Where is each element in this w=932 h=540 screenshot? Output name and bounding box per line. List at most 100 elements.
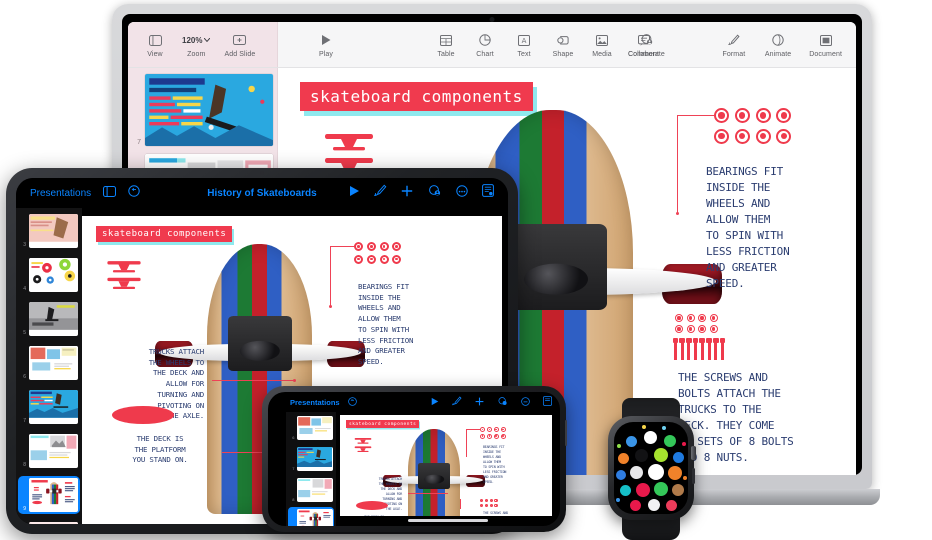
- collaborate-icon[interactable]: [427, 184, 442, 202]
- iphone-nav-thumbnail[interactable]: [296, 477, 333, 502]
- iphone-side-button[interactable]: [565, 420, 567, 446]
- weather-app-icon[interactable]: [626, 436, 637, 447]
- ipad-nav-row[interactable]: 4: [18, 256, 80, 294]
- ipad-nav-thumbnail[interactable]: [29, 214, 78, 248]
- dot-app-icon-3[interactable]: [617, 444, 621, 448]
- ipad-nav-thumbnail[interactable]: [29, 434, 78, 468]
- ipad-nav-thumbnail[interactable]: [29, 390, 78, 424]
- mail-app-icon[interactable]: [673, 452, 684, 463]
- calendar-app-icon[interactable]: [644, 431, 657, 444]
- ipad-document-title[interactable]: History of Skateboards: [207, 188, 316, 199]
- settings-app-icon[interactable]: [630, 466, 643, 479]
- tools-app-icon[interactable]: [648, 464, 664, 480]
- toolbar-insert-group: Table Chart A Text Shape Media Comment: [433, 32, 659, 58]
- dot-app-icon-2[interactable]: [662, 426, 666, 430]
- timer-app-icon[interactable]: [668, 466, 682, 480]
- media-button[interactable]: Media: [589, 32, 615, 58]
- ipad-slide-navigator[interactable]: 3 4 5 6 7 8 9: [16, 208, 82, 524]
- ipad-nav-row[interactable]: 10: [18, 520, 80, 524]
- dot-app-icon-6[interactable]: [616, 498, 620, 502]
- fitness-app-icon[interactable]: [636, 483, 650, 497]
- dot-app-icon[interactable]: [642, 425, 646, 429]
- more-icon[interactable]: [521, 393, 530, 411]
- iphone-nav-row-selected[interactable]: 9: [288, 507, 334, 526]
- iphone-nav-thumbnail[interactable]: [296, 446, 333, 471]
- ipad-nav-thumbnail[interactable]: [29, 302, 78, 336]
- ipad-nav-row[interactable]: 3: [18, 212, 80, 250]
- play-button[interactable]: Play: [313, 32, 339, 58]
- text-label: Text: [517, 50, 531, 58]
- more-icon[interactable]: [456, 184, 468, 202]
- add-slide-button[interactable]: Add Slide: [224, 32, 255, 58]
- iphone-nav-thumbnail-current[interactable]: [296, 508, 333, 526]
- undo-icon[interactable]: [128, 184, 140, 202]
- sidebar-icon[interactable]: [103, 184, 117, 202]
- nut-icon: [480, 503, 484, 507]
- trucks-glyph: [107, 261, 141, 290]
- undo-icon[interactable]: [347, 393, 357, 411]
- add-icon[interactable]: [475, 393, 484, 411]
- ipad-nav-slide-number: 9: [23, 506, 26, 512]
- iphone-slide-canvas[interactable]: skateboard components TRUCKS ATTACH THE …: [336, 412, 560, 526]
- maps-app-icon[interactable]: [618, 453, 629, 464]
- shape-button[interactable]: Shape: [550, 32, 576, 58]
- music-app-icon[interactable]: [666, 500, 677, 511]
- document-icon[interactable]: [482, 184, 494, 202]
- document-button[interactable]: Document: [809, 32, 842, 58]
- heart-app-icon[interactable]: [630, 500, 641, 511]
- ipad-leader-trucks: [212, 380, 294, 381]
- ipad-nav-row[interactable]: 5: [18, 300, 80, 338]
- phone-app-icon[interactable]: [664, 435, 676, 447]
- format-button[interactable]: Format: [721, 32, 747, 58]
- format-brush-icon[interactable]: [451, 393, 462, 411]
- collaborate-icon[interactable]: [497, 393, 508, 411]
- nut-icon: [494, 503, 498, 507]
- workout-app-icon[interactable]: [654, 448, 668, 462]
- iphone-nav-row[interactable]: 7: [288, 445, 334, 472]
- animate-button[interactable]: Animate: [765, 32, 791, 58]
- ipad-nav-row[interactable]: 8: [18, 432, 80, 470]
- iphone-nav-row[interactable]: 8: [288, 476, 334, 503]
- photos-app-icon[interactable]: [648, 499, 660, 511]
- watch-side-button[interactable]: [692, 468, 695, 484]
- contacts-app-icon[interactable]: [672, 484, 684, 496]
- ipad-nav-thumbnail[interactable]: [29, 346, 78, 380]
- view-button[interactable]: View: [142, 32, 168, 58]
- dot-app-icon-5[interactable]: [683, 476, 687, 480]
- ipad-nav-thumbnail[interactable]: [29, 258, 78, 292]
- add-icon[interactable]: [401, 184, 413, 202]
- mac-nav-row[interactable]: 7: [132, 74, 273, 146]
- iphone-slide-navigator[interactable]: 6 7 8: [286, 412, 336, 526]
- watch-app-grid[interactable]: [614, 422, 688, 514]
- iphone-nav-thumbnail[interactable]: [296, 415, 333, 440]
- messages-app-icon[interactable]: [654, 482, 668, 496]
- app-store-app-icon[interactable]: [616, 470, 626, 480]
- play-icon[interactable]: [431, 393, 439, 411]
- chart-button[interactable]: Chart: [472, 32, 498, 58]
- ipad-nav-thumbnail-current[interactable]: [29, 478, 78, 512]
- mac-nav-thumbnail[interactable]: [145, 74, 273, 146]
- bolt-icon: [706, 338, 712, 360]
- watch-digital-crown[interactable]: [691, 446, 696, 460]
- ipad-back-presentations[interactable]: Presentations: [30, 188, 91, 199]
- dot-app-icon-4[interactable]: [682, 442, 686, 446]
- iphone-home-indicator[interactable]: [408, 519, 488, 522]
- ipad-nav-row[interactable]: 7: [18, 388, 80, 426]
- ipad-nav-row[interactable]: 6: [18, 344, 80, 382]
- nut-icon: [486, 433, 492, 439]
- ipad-nav-thumbnail[interactable]: [29, 522, 78, 524]
- collaborate-button[interactable]: Collaborate: [628, 32, 665, 58]
- wallet-app-icon[interactable]: [620, 485, 631, 496]
- iphone-nav-row[interactable]: 6: [288, 414, 334, 441]
- iphone-back-presentations[interactable]: Presentations: [290, 398, 340, 407]
- format-brush-icon[interactable]: [373, 184, 387, 202]
- document-icon[interactable]: [543, 393, 552, 411]
- text-button[interactable]: A Text: [511, 32, 537, 58]
- table-button[interactable]: Table: [433, 32, 459, 58]
- watch-screen[interactable]: [614, 422, 688, 514]
- activity-app-icon[interactable]: [635, 449, 648, 462]
- play-icon[interactable]: [349, 184, 360, 202]
- zoom-control[interactable]: 120% Zoom: [182, 32, 211, 58]
- toolbar-play-group: Play: [313, 32, 339, 58]
- ipad-nav-row-selected[interactable]: 9: [18, 476, 80, 514]
